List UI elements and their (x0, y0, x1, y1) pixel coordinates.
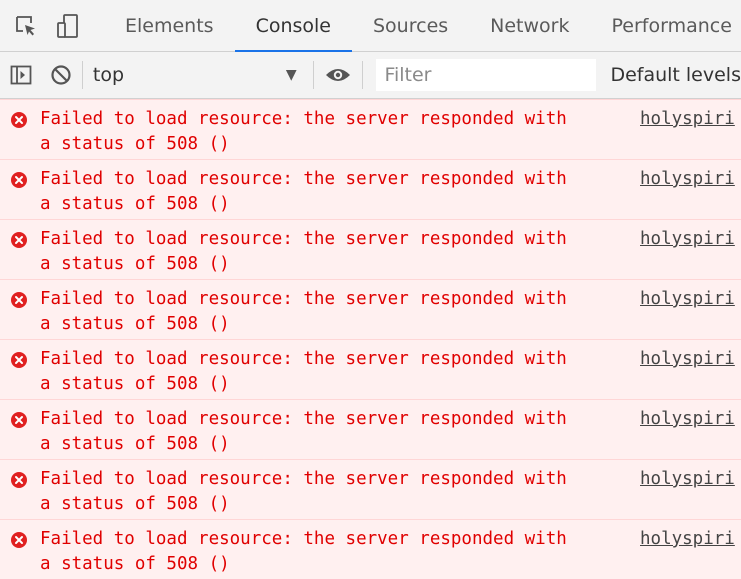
source-link[interactable]: holyspiri (640, 529, 735, 549)
source-link[interactable]: holyspiri (640, 349, 735, 369)
panel-tabs: Elements Console Sources Network Performance (104, 0, 741, 52)
tab-console[interactable]: Console (234, 0, 353, 52)
toolbar-divider (361, 61, 363, 89)
tool-icons (0, 0, 82, 51)
log-levels-dropdown[interactable]: Default levels (610, 64, 741, 86)
console-error-message[interactable]: Failed to load resource: the server resp… (0, 279, 741, 339)
error-text-line1: Failed to load resource: the server resp… (40, 289, 567, 309)
error-icon (11, 112, 27, 128)
toolbar-divider (82, 61, 83, 89)
error-text-line2: a status of 508 () (40, 554, 230, 574)
source-link[interactable]: holyspiri (640, 229, 735, 249)
error-icon (11, 292, 27, 308)
console-messages: Failed to load resource: the server resp… (0, 99, 741, 579)
console-error-message[interactable]: Failed to load resource: the server resp… (0, 219, 741, 279)
error-text-line1: Failed to load resource: the server resp… (40, 169, 567, 189)
devtools-tab-bar: Elements Console Sources Network Performance (0, 0, 741, 52)
live-expression-icon[interactable] (324, 63, 352, 87)
sidebar-toggle-icon[interactable] (10, 63, 32, 87)
error-icon (11, 232, 27, 248)
error-text-line2: a status of 508 () (40, 134, 230, 154)
error-text-line1: Failed to load resource: the server resp… (40, 409, 567, 429)
context-label: top (92, 64, 125, 86)
error-text-line2: a status of 508 () (40, 434, 230, 454)
error-icon (11, 472, 27, 488)
console-error-message[interactable]: Failed to load resource: the server resp… (0, 159, 741, 219)
source-link[interactable]: holyspiri (640, 409, 735, 429)
error-text-line2: a status of 508 () (40, 194, 230, 214)
console-error-message[interactable]: Failed to load resource: the server resp… (0, 399, 741, 459)
devtools-panel: Elements Console Sources Network Performance… (0, 0, 741, 579)
toolbar-divider (312, 61, 314, 89)
console-error-message[interactable]: Failed to load resource: the server resp… (0, 99, 741, 159)
source-link[interactable]: holyspiri (640, 289, 735, 309)
context-selector[interactable]: top ▼ (93, 64, 303, 86)
error-text-line2: a status of 508 () (40, 254, 230, 274)
inspect-element-icon[interactable] (12, 12, 40, 40)
source-link[interactable]: holyspiri (640, 469, 735, 489)
console-toolbar: top ▼ Default levels (0, 52, 741, 99)
error-icon (11, 412, 27, 428)
source-link[interactable]: holyspiri (640, 109, 735, 129)
error-icon (11, 352, 27, 368)
filter-input[interactable] (376, 59, 597, 91)
error-text-line1: Failed to load resource: the server resp… (40, 349, 567, 369)
tab-network[interactable]: Network (469, 0, 590, 51)
error-text-line1: Failed to load resource: the server resp… (40, 529, 567, 549)
dropdown-arrow-icon: ▼ (285, 67, 297, 83)
tab-performance[interactable]: Performance (591, 0, 741, 51)
error-text-line2: a status of 508 () (40, 314, 230, 334)
error-text-line1: Failed to load resource: the server resp… (40, 229, 567, 249)
error-text-line1: Failed to load resource: the server resp… (40, 469, 567, 489)
error-icon (11, 532, 27, 548)
device-toolbar-icon[interactable] (54, 12, 82, 40)
error-text-line2: a status of 508 () (40, 374, 230, 394)
tab-elements[interactable]: Elements (104, 0, 235, 51)
error-icon (11, 172, 27, 188)
source-link[interactable]: holyspiri (640, 169, 735, 189)
console-error-message[interactable]: Failed to load resource: the server resp… (0, 459, 741, 519)
clear-console-icon[interactable] (50, 63, 72, 87)
error-text-line1: Failed to load resource: the server resp… (40, 109, 567, 129)
console-error-message[interactable]: Failed to load resource: the server resp… (0, 519, 741, 579)
tab-sources[interactable]: Sources (352, 0, 469, 51)
error-text-line2: a status of 508 () (40, 494, 230, 514)
console-error-message[interactable]: Failed to load resource: the server resp… (0, 339, 741, 399)
